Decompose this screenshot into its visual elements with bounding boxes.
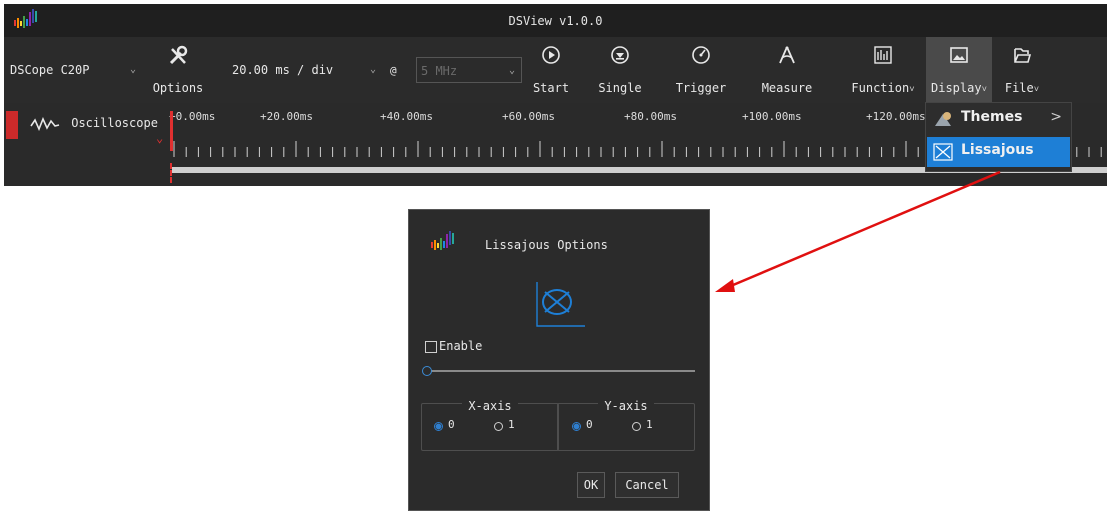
timebase-select[interactable]: 20.00 ms / div ⌄ <box>228 57 382 83</box>
y-axis-radio-0[interactable] <box>572 422 581 431</box>
trigger-label: Trigger <box>675 81 727 95</box>
device-select[interactable]: DSCope C20P ⌄ <box>6 57 142 83</box>
y-axis-radio-1[interactable] <box>632 422 641 431</box>
single-shot-icon <box>611 46 629 64</box>
function-button[interactable]: Function˅ <box>842 37 924 103</box>
sample-rate-value: 5 MHz <box>421 64 458 78</box>
channel-label: Oscilloscope <box>71 116 158 130</box>
time-tick-label: +100.00ms <box>742 110 802 123</box>
function-label: Function <box>851 81 910 95</box>
single-button[interactable]: Single <box>592 37 648 103</box>
menu-item-themes[interactable]: Themes > <box>927 104 1070 134</box>
menu-item-lissajous[interactable]: Lissajous <box>927 137 1070 167</box>
time-tick-label: +80.00ms <box>624 110 677 123</box>
enable-checkbox[interactable] <box>425 341 437 353</box>
menu-item-label: Themes <box>961 109 1023 125</box>
display-button[interactable]: Display˅ <box>926 37 992 103</box>
x-axis-radio-0-label: 0 <box>448 418 455 431</box>
toolbar: DSCope C20P ⌄ Options 20.00 ms / div ⌄ @… <box>4 37 1107 103</box>
app-logo-icon <box>431 231 454 250</box>
cancel-button[interactable]: Cancel <box>615 472 679 498</box>
wrench-icon <box>169 45 188 65</box>
x-axis-radio-0[interactable] <box>434 422 443 431</box>
slider-track[interactable] <box>427 370 695 372</box>
x-axis-title: X-axis <box>462 399 518 413</box>
timebase-value: 20.00 ms / div <box>232 63 334 77</box>
time-tick-label: +40.00ms <box>380 110 433 123</box>
submenu-arrow-icon: > <box>1050 109 1062 125</box>
file-button[interactable]: File˅ <box>996 37 1048 103</box>
single-label: Single <box>598 81 642 95</box>
time-tick-label: +60.00ms <box>502 110 555 123</box>
cursor-dash-line <box>170 163 174 183</box>
x-axis-radio-1[interactable] <box>494 422 503 431</box>
measure-button[interactable]: Measure <box>754 37 820 103</box>
device-select-value: DSCope C20P <box>10 63 90 77</box>
time-tick-label: +20.00ms <box>260 110 313 123</box>
channel-color-marker[interactable] <box>6 111 18 139</box>
chevron-down-icon: ˅ <box>981 85 987 95</box>
play-circle-icon <box>542 46 560 64</box>
file-label: File <box>1004 81 1034 95</box>
themes-icon <box>935 112 951 126</box>
y-axis-group: Y-axis 0 1 <box>557 399 695 451</box>
options-label: Options <box>152 81 204 95</box>
lissajous-icon <box>933 143 953 161</box>
slider-handle[interactable] <box>422 366 432 376</box>
at-symbol: @ <box>390 64 397 77</box>
sample-rate-select[interactable]: 5 MHz ⌄ <box>416 57 522 83</box>
compass-icon <box>779 46 795 64</box>
waveform-icon <box>30 116 60 131</box>
y-axis-radio-1-label: 1 <box>646 418 653 431</box>
options-button[interactable]: Options <box>152 37 204 103</box>
display-menu: Themes > Lissajous <box>925 102 1072 172</box>
time-tick-label: +120.00ms <box>866 110 926 123</box>
chevron-down-icon: ˅ <box>1033 85 1040 95</box>
gauge-icon <box>692 46 710 64</box>
display-image-icon <box>950 47 968 63</box>
chevron-down-icon: ˅ <box>909 85 915 95</box>
cursor-chevron-icon: ⌄ <box>156 131 164 145</box>
chevron-down-icon: ⌄ <box>129 64 136 75</box>
function-chart-icon <box>874 46 892 64</box>
trigger-button[interactable]: Trigger <box>668 37 734 103</box>
x-axis-group: X-axis 0 1 <box>421 399 559 451</box>
start-button[interactable]: Start <box>528 37 574 103</box>
menu-item-label: Lissajous <box>961 142 1034 158</box>
chevron-down-icon: ⌄ <box>508 65 515 76</box>
channel-header[interactable]: Oscilloscope <box>30 113 158 133</box>
y-axis-title: Y-axis <box>598 399 654 413</box>
x-axis-radio-1-label: 1 <box>508 418 515 431</box>
display-label: Display <box>931 81 982 95</box>
dialog-title: Lissajous Options <box>485 238 608 252</box>
ok-button[interactable]: OK <box>577 472 605 498</box>
start-label: Start <box>532 81 570 95</box>
folder-open-icon <box>1014 48 1032 63</box>
title-bar: DSView v1.0.0 <box>4 4 1107 37</box>
chevron-down-icon: ⌄ <box>369 64 376 75</box>
lissajous-options-dialog: Lissajous Options Enable X-axis 0 1 Y-ax… <box>408 209 710 511</box>
measure-label: Measure <box>761 81 813 95</box>
trigger-cursor[interactable] <box>170 111 173 151</box>
window-title: DSView v1.0.0 <box>508 14 603 28</box>
y-axis-radio-0-label: 0 <box>586 418 593 431</box>
time-tick-label: +0.00ms <box>169 110 216 123</box>
enable-label: Enable <box>439 339 483 353</box>
lissajous-figure-icon <box>536 282 585 327</box>
